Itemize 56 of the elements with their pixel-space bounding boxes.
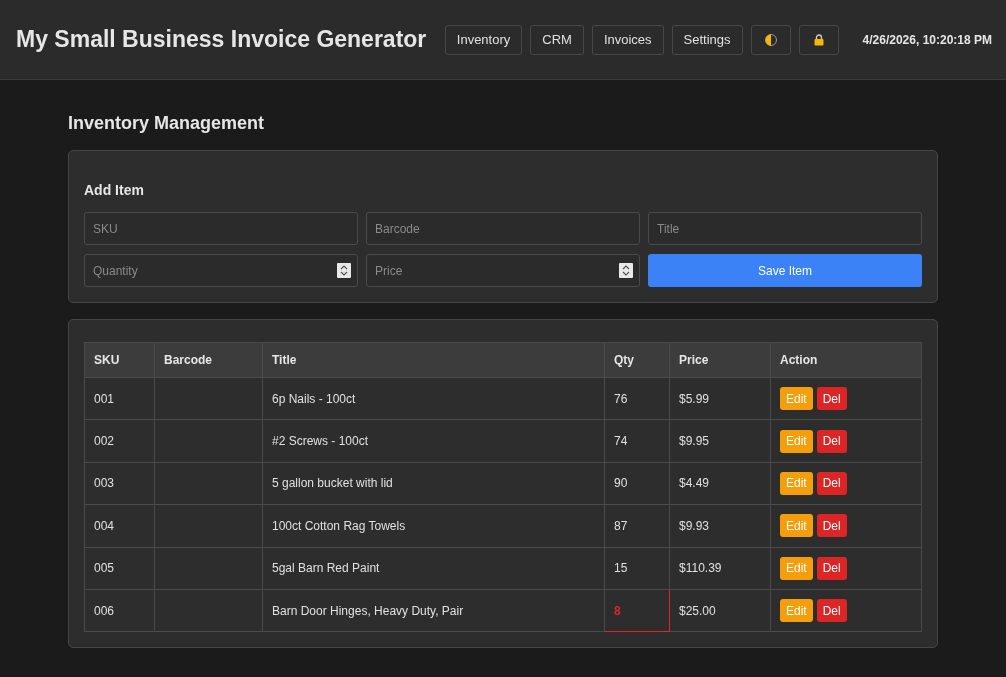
input-field[interactable]: Price (366, 254, 640, 287)
nav-button[interactable]: CRM (530, 24, 584, 55)
input-field[interactable]: Barcode (366, 212, 640, 245)
table-cell: Barn Door Hinges, Heavy Duty, Pair (262, 589, 605, 632)
table-cell: 001 (84, 377, 155, 420)
delete-button[interactable]: Del (816, 387, 847, 411)
table-cell: 003 (84, 462, 155, 505)
table-cell: 87 (604, 504, 670, 548)
delete-button[interactable]: Del (816, 429, 847, 453)
card-title: Add Item (84, 182, 145, 198)
table-cell: $25.00 (669, 589, 771, 632)
padlock-icon (813, 33, 824, 46)
spinner-icon[interactable] (337, 263, 351, 278)
column-header: SKU (84, 342, 155, 378)
column-header: Barcode (154, 342, 263, 378)
delete-button[interactable]: Del (816, 599, 847, 623)
table-cell: 005 (84, 547, 155, 590)
column-header: Title (262, 342, 605, 378)
input-field[interactable]: Quantity (84, 254, 358, 287)
table-cell: #2 Screws - 100ct (262, 419, 605, 463)
table-cell: 004 (84, 504, 155, 548)
column-header: Price (669, 342, 771, 378)
nav-button[interactable]: Inventory (444, 24, 523, 55)
nav-button[interactable]: Invoices (591, 24, 664, 55)
table-cell: 100ct Cotton Rag Towels (262, 504, 605, 548)
table-cell: $4.49 (669, 462, 771, 505)
table-cell: $5.99 (669, 377, 771, 420)
spinner-icon[interactable] (619, 263, 633, 278)
delete-button[interactable]: Del (816, 556, 847, 580)
table-cell: 76 (604, 377, 670, 420)
table-cell: 6p Nails - 100ct (262, 377, 605, 420)
half-circle-icon (764, 33, 777, 46)
delete-button[interactable]: Del (816, 471, 847, 495)
save-item-button[interactable]: Save Item (648, 254, 922, 287)
nav-button[interactable]: Settings (671, 24, 743, 55)
low-stock-qty-cell: 8 (604, 589, 670, 632)
table-cell: $9.95 (669, 419, 771, 463)
lock-button[interactable] (798, 24, 839, 55)
column-header: Qty (604, 342, 670, 378)
table-cell: $9.93 (669, 504, 771, 548)
input-field[interactable]: Title (648, 212, 922, 245)
page-title: Inventory Management (68, 113, 266, 134)
table-cell: 5 gallon bucket with lid (262, 462, 605, 505)
input-field[interactable]: SKU (84, 212, 358, 245)
column-header: Action (770, 342, 922, 378)
date-time: 4/26/2026, 10:20:18 PM (862, 32, 992, 47)
delete-button[interactable]: Del (816, 514, 847, 538)
table-cell: 15 (604, 547, 670, 590)
theme-toggle-button[interactable] (750, 24, 791, 55)
table-cell: 002 (84, 419, 155, 463)
table-cell: 006 (84, 589, 155, 632)
table-cell: 5gal Barn Red Paint (262, 547, 605, 590)
table-cell: 90 (604, 462, 670, 505)
table-cell: 74 (604, 419, 670, 463)
table-cell: $110.39 (669, 547, 771, 590)
app-title: My Small Business Invoice Generator (16, 26, 427, 53)
